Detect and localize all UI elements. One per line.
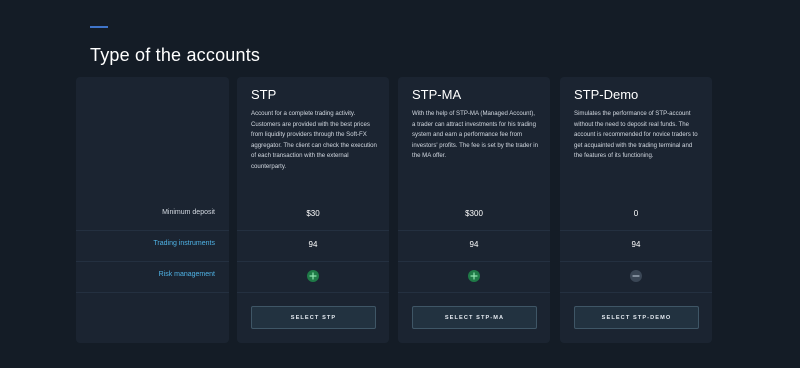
select-stp-ma-button[interactable]: SELECT STP-MA	[412, 306, 537, 329]
plan-name: STP	[251, 87, 277, 102]
minus-icon	[630, 270, 642, 282]
plan-card-stp-ma: STP-MA With the help of STP-MA (Managed …	[398, 77, 550, 343]
accounts-section: Type of the accounts Minimum deposit Tra…	[0, 0, 800, 368]
min-deposit-value: $30	[306, 209, 320, 218]
divider	[237, 261, 389, 262]
divider	[398, 292, 550, 293]
min-deposit-value: $300	[465, 209, 483, 218]
plan-card-stp-demo: STP-Demo Simulates the performance of ST…	[560, 77, 712, 343]
plan-name: STP-Demo	[574, 87, 639, 102]
risk-management-link[interactable]: Risk management	[159, 271, 215, 278]
divider	[237, 292, 389, 293]
min-deposit-label: Minimum deposit	[162, 209, 215, 216]
instruments-value: 94	[308, 240, 318, 249]
plan-description: Account for a complete trading activity.…	[251, 110, 377, 170]
instruments-value: 94	[631, 240, 641, 249]
divider	[560, 261, 712, 262]
divider	[398, 261, 550, 262]
divider	[76, 230, 229, 231]
plus-icon	[307, 270, 319, 282]
divider	[76, 292, 229, 293]
select-stp-button[interactable]: SELECT STP	[251, 306, 376, 329]
plan-description: Simulates the performance of STP-account…	[574, 110, 698, 160]
plan-description: With the help of STP-MA (Managed Account…	[412, 110, 539, 160]
plan-name: STP-MA	[412, 87, 462, 102]
divider	[237, 230, 389, 231]
page-title: Type of the accounts	[90, 45, 261, 65]
plus-icon	[468, 270, 480, 282]
trading-instruments-link[interactable]: Trading instruments	[153, 240, 215, 247]
min-deposit-value: 0	[633, 209, 639, 218]
title-accent-bar	[90, 26, 108, 28]
select-stp-demo-button[interactable]: SELECT STP-DEMO	[574, 306, 699, 329]
divider	[398, 230, 550, 231]
plan-card-stp: STP Account for a complete trading activ…	[237, 77, 389, 343]
instruments-value: 94	[469, 240, 479, 249]
divider	[76, 261, 229, 262]
divider	[560, 292, 712, 293]
row-labels-card: Minimum deposit Trading instruments Risk…	[76, 77, 229, 343]
divider	[560, 230, 712, 231]
